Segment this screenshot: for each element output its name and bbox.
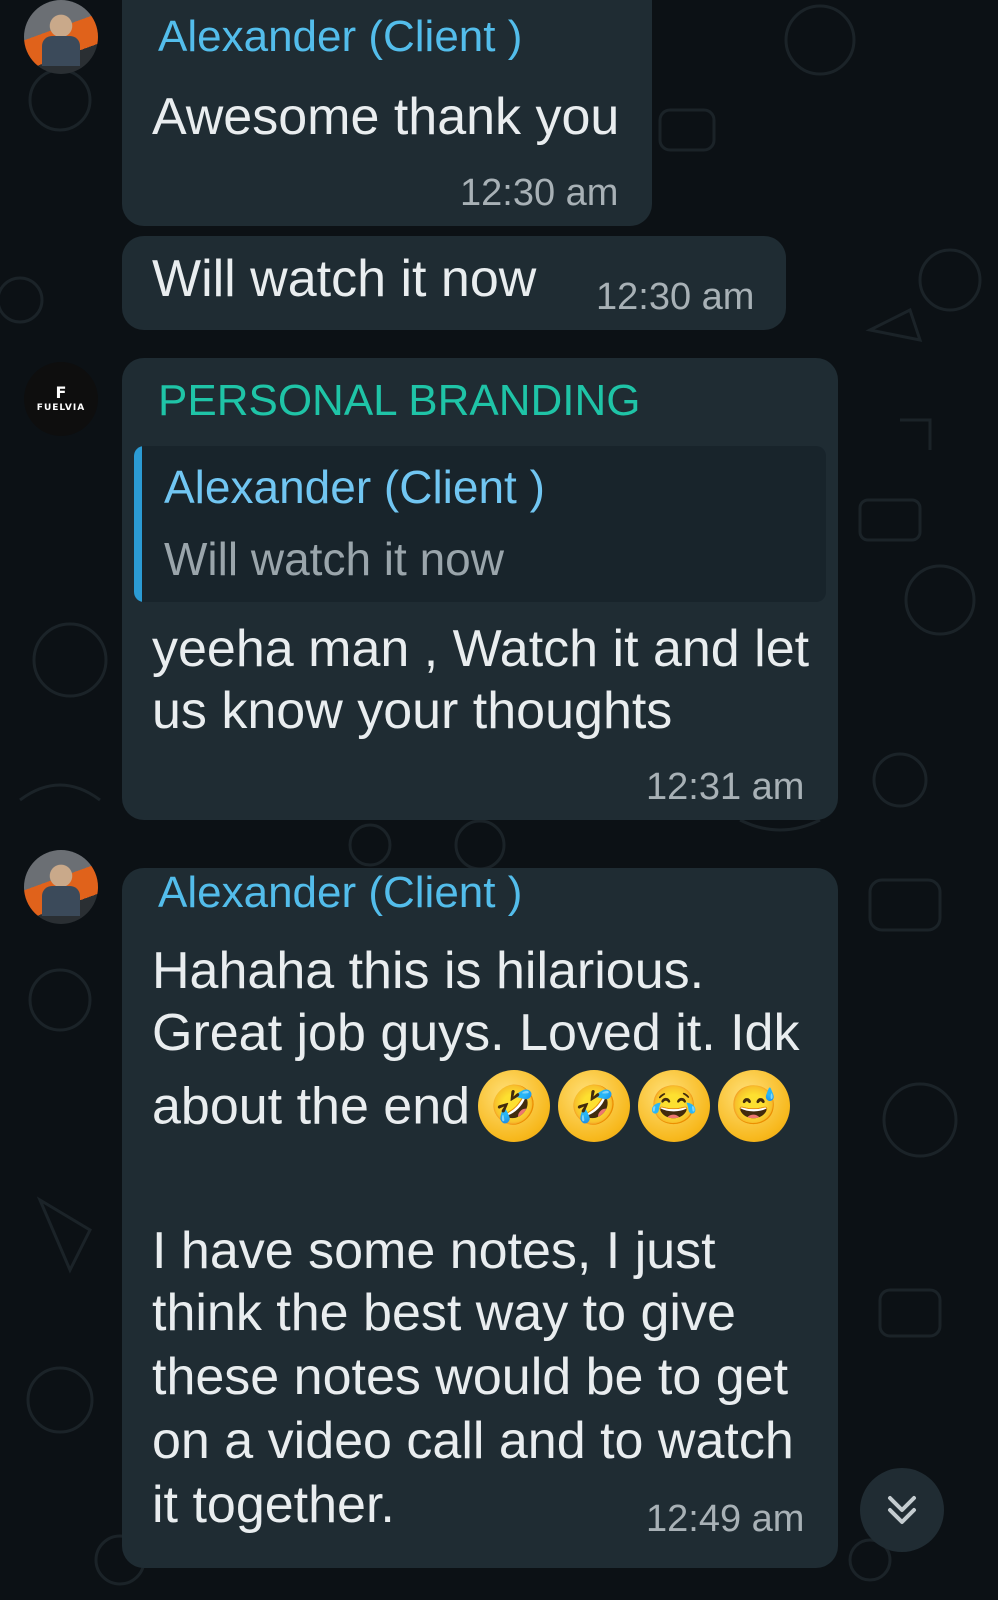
message-text: about the end <box>152 1077 471 1136</box>
message-time: 12:30 am <box>460 172 619 214</box>
message-line-with-emoji: about the end 🤣 🤣 😂 😅 <box>152 1070 791 1146</box>
message-text: it together. <box>152 1476 395 1534</box>
grinning-squinting-sweat-icon: 😅 <box>718 1070 791 1142</box>
message-bubble[interactable]: Will watch it now 12:30 am <box>122 236 786 330</box>
message-text: Awesome thank you <box>152 88 620 146</box>
rolling-on-floor-laughing-icon: 🤣 <box>478 1070 551 1142</box>
face-with-tears-of-joy-icon: 😂 <box>638 1070 711 1142</box>
message-text: on a video call and to watch <box>152 1412 794 1470</box>
sender-name[interactable]: Alexander (Client ) <box>158 868 522 918</box>
rolling-on-floor-laughing-icon: 🤣 <box>558 1070 631 1142</box>
message-text: think the best way to give <box>152 1284 736 1342</box>
message-text: I have some notes, I just <box>152 1222 716 1280</box>
logo-icon: F <box>55 382 67 402</box>
double-chevron-down-icon <box>888 1496 916 1524</box>
quoted-text: Will watch it now <box>164 533 504 585</box>
scroll-to-bottom-button[interactable] <box>860 1468 944 1552</box>
message-time: 12:49 am <box>646 1498 805 1540</box>
message-text: yeeha man , Watch it and let <box>152 620 810 678</box>
avatar[interactable] <box>24 850 98 924</box>
quoted-reply[interactable]: Alexander (Client ) Will watch it now <box>134 446 826 602</box>
message-time: 12:30 am <box>596 276 755 318</box>
avatar-label: FUELVIA <box>36 402 86 413</box>
quote-bar <box>134 446 142 602</box>
quoted-sender: Alexander (Client ) <box>164 461 545 513</box>
message-text: these notes would be to get <box>152 1348 789 1406</box>
avatar[interactable] <box>24 0 98 74</box>
message-time: 12:31 am <box>646 766 805 808</box>
avatar[interactable]: F FUELVIA <box>24 362 98 436</box>
sender-name[interactable]: Alexander (Client ) <box>158 12 522 62</box>
message-bubble[interactable]: PERSONAL BRANDING Alexander (Client ) Wi… <box>122 358 838 820</box>
message-text: Great job guys. Loved it. Idk <box>152 1004 800 1062</box>
message-bubble[interactable]: Alexander (Client ) Awesome thank you 12… <box>122 0 652 226</box>
message-text: us know your thoughts <box>152 682 673 740</box>
sender-name[interactable]: PERSONAL BRANDING <box>158 376 640 426</box>
message-text: Will watch it now <box>152 250 537 308</box>
message-text: Hahaha this is hilarious. <box>152 942 705 1000</box>
message-bubble[interactable]: Alexander (Client ) Hahaha this is hilar… <box>122 868 838 1568</box>
